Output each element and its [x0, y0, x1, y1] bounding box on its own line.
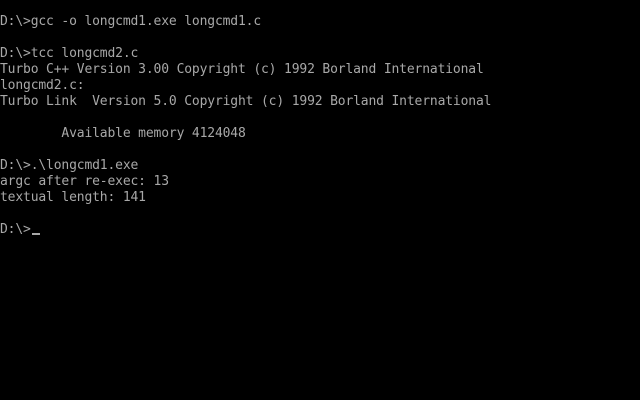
argc-output-line: argc after re-exec: 13 — [0, 174, 169, 189]
command-line-tcc: D:\>tcc longcmd2.c — [0, 46, 139, 61]
available-memory-line: Available memory 4124048 — [0, 126, 246, 141]
terminal-output: D:\>gcc -o longcmd1.exe longcmd1.c D:\>t… — [0, 14, 640, 238]
command-prompt: D:\> — [0, 222, 31, 237]
turbo-link-banner: Turbo Link Version 5.0 Copyright (c) 199… — [0, 94, 492, 109]
command-prompt-line[interactable]: D:\> — [0, 222, 640, 238]
compiling-file-line: longcmd2.c: — [0, 78, 85, 93]
turbo-cpp-banner: Turbo C++ Version 3.00 Copyright (c) 199… — [0, 62, 484, 77]
text-cursor — [31, 233, 40, 235]
dos-console-screen[interactable]: D:\>gcc -o longcmd1.exe longcmd1.c D:\>t… — [0, 0, 640, 400]
command-line-gcc: D:\>gcc -o longcmd1.exe longcmd1.c — [0, 14, 262, 29]
textual-length-output-line: textual length: 141 — [0, 190, 146, 205]
command-line-run: D:\>.\longcmd1.exe — [0, 158, 139, 173]
